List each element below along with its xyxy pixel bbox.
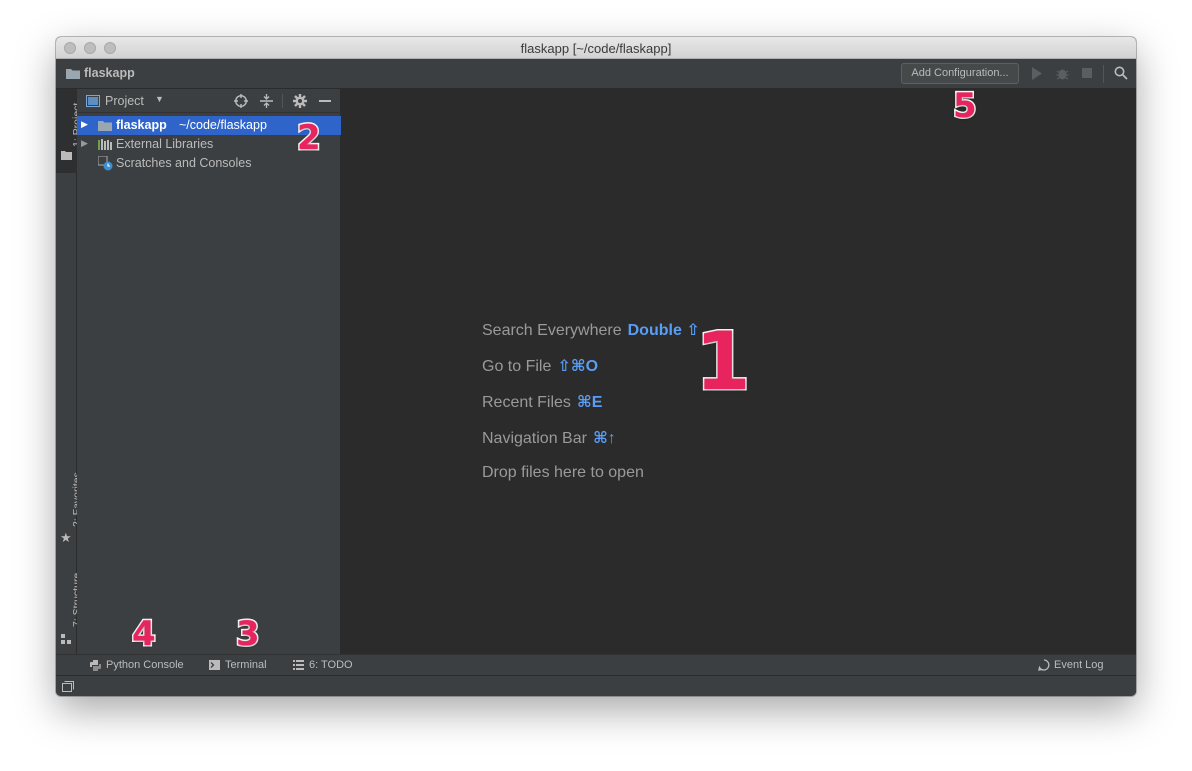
hint-go-to-file: Go to File ⇧⌘O xyxy=(482,356,598,376)
navigation-bar: flaskapp Add Configuration... xyxy=(56,59,1136,89)
scratches-icon xyxy=(98,156,113,171)
tree-item-path: ~/code/flaskapp xyxy=(179,118,267,132)
event-log-tab[interactable]: Event Log xyxy=(1054,659,1104,671)
debug-icon[interactable] xyxy=(1056,67,1069,80)
window-title: flaskapp [~/code/flaskapp] xyxy=(520,41,672,56)
folder-icon xyxy=(61,151,72,160)
hint-label: Recent Files xyxy=(482,394,571,411)
folder-icon xyxy=(98,121,112,131)
tree-item-label: External Libraries xyxy=(116,137,214,151)
annotation-badge-4: 4 xyxy=(131,614,158,654)
bottom-tool-tabs: Python Console Terminal 6: TODO Event Lo… xyxy=(56,654,1136,675)
hint-label: Search Everywhere xyxy=(482,322,622,339)
hint-search-everywhere: Search Everywhere Double ⇧ xyxy=(482,320,700,340)
python-console-tab[interactable]: Python Console xyxy=(106,659,184,671)
tab-favorites[interactable]: 2: Favorites ★ xyxy=(56,461,83,551)
event-log-icon xyxy=(1038,659,1050,671)
left-tool-strip: 1: Project 2: Favorites ★ 7: Structure xyxy=(56,89,83,654)
todo-tab[interactable]: 6: TODO xyxy=(309,659,353,671)
todo-list-icon xyxy=(293,660,304,670)
tree-item-label: Scratches and Consoles xyxy=(116,156,252,170)
annotation-badge-2: 2 xyxy=(296,118,323,158)
add-configuration-button[interactable]: Add Configuration... xyxy=(901,63,1019,84)
settings-gear-icon[interactable] xyxy=(293,94,307,108)
annotation-badge-1: 1 xyxy=(694,315,753,408)
hide-minus-icon[interactable] xyxy=(319,100,331,102)
run-icon[interactable] xyxy=(1032,67,1042,80)
breadcrumb-project[interactable]: flaskapp xyxy=(84,66,135,80)
structure-icon xyxy=(61,634,71,644)
project-view-icon xyxy=(86,95,100,107)
hint-navigation-bar: Navigation Bar ⌘↑ xyxy=(482,428,616,448)
hint-drop-files: Drop files here to open xyxy=(482,464,644,482)
hint-recent-files: Recent Files ⌘E xyxy=(482,392,602,412)
library-icon xyxy=(98,139,112,150)
window-titlebar: flaskapp [~/code/flaskapp] xyxy=(56,37,1136,59)
project-view-selector[interactable]: Project xyxy=(105,94,144,108)
hint-shortcut: ⇧⌘O xyxy=(557,358,599,375)
project-panel-header: Project ▼ xyxy=(77,89,341,113)
tree-item-label: flaskapp xyxy=(116,118,167,132)
chevron-down-icon[interactable]: ▼ xyxy=(155,94,164,104)
hint-shortcut: Double ⇧ xyxy=(627,322,700,339)
header-separator xyxy=(282,94,283,108)
hint-shortcut: ⌘↑ xyxy=(592,430,616,447)
toolbar-separator xyxy=(1103,65,1104,83)
ide-window: flaskapp [~/code/flaskapp] flaskapp Add … xyxy=(56,37,1136,696)
tab-structure[interactable]: 7: Structure xyxy=(56,563,83,653)
hint-shortcut: ⌘E xyxy=(576,394,603,411)
annotation-badge-3: 3 xyxy=(235,614,262,654)
hint-label: Drop files here to open xyxy=(482,464,644,481)
star-icon: ★ xyxy=(60,530,72,545)
terminal-icon xyxy=(209,660,220,670)
expand-arrow-icon[interactable]: ▶ xyxy=(81,138,88,149)
search-icon[interactable] xyxy=(1114,66,1128,80)
stop-icon[interactable] xyxy=(1082,68,1092,78)
hint-label: Go to File xyxy=(482,358,552,375)
status-bar xyxy=(56,675,1136,696)
toggle-tool-windows-icon[interactable] xyxy=(62,681,74,692)
hint-label: Navigation Bar xyxy=(482,430,587,447)
folder-icon xyxy=(66,69,80,79)
tab-project[interactable]: 1: Project xyxy=(56,89,83,173)
annotation-badge-5: 5 xyxy=(952,86,979,126)
project-tool-window: Project ▼ ▶ flaskapp ~/code/flaskapp ▶ E… xyxy=(77,89,341,654)
expand-arrow-icon[interactable]: ▶ xyxy=(81,119,88,130)
collapse-all-icon[interactable] xyxy=(260,94,273,108)
python-icon xyxy=(90,660,101,671)
terminal-tab[interactable]: Terminal xyxy=(225,659,267,671)
locate-icon[interactable] xyxy=(234,94,248,108)
